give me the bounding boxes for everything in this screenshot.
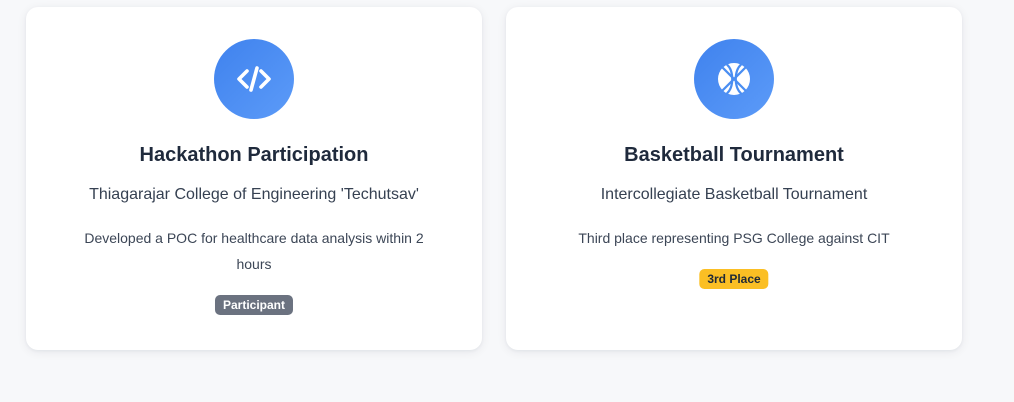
icon-badge [214, 39, 294, 119]
status-badge: 3rd Place [699, 269, 769, 289]
card-description: Third place representing PSG College aga… [578, 230, 890, 246]
card-title: Basketball Tournament [624, 144, 844, 166]
basketball-icon [718, 63, 750, 95]
icon-badge [694, 39, 774, 119]
card-description: Developed a POC for healthcare data anal… [84, 230, 424, 272]
card-subtitle: Thiagarajar College of Engineering 'Tech… [89, 186, 419, 203]
status-badge: Participant [214, 295, 294, 315]
achievement-card-basketball: Basketball Tournament Intercollegiate Ba… [506, 7, 962, 350]
code-icon [237, 66, 271, 92]
achievement-card-hackathon: Hackathon Participation Thiagarajar Coll… [26, 7, 482, 350]
card-subtitle: Intercollegiate Basketball Tournament [600, 186, 868, 203]
card-title: Hackathon Participation [139, 144, 369, 166]
